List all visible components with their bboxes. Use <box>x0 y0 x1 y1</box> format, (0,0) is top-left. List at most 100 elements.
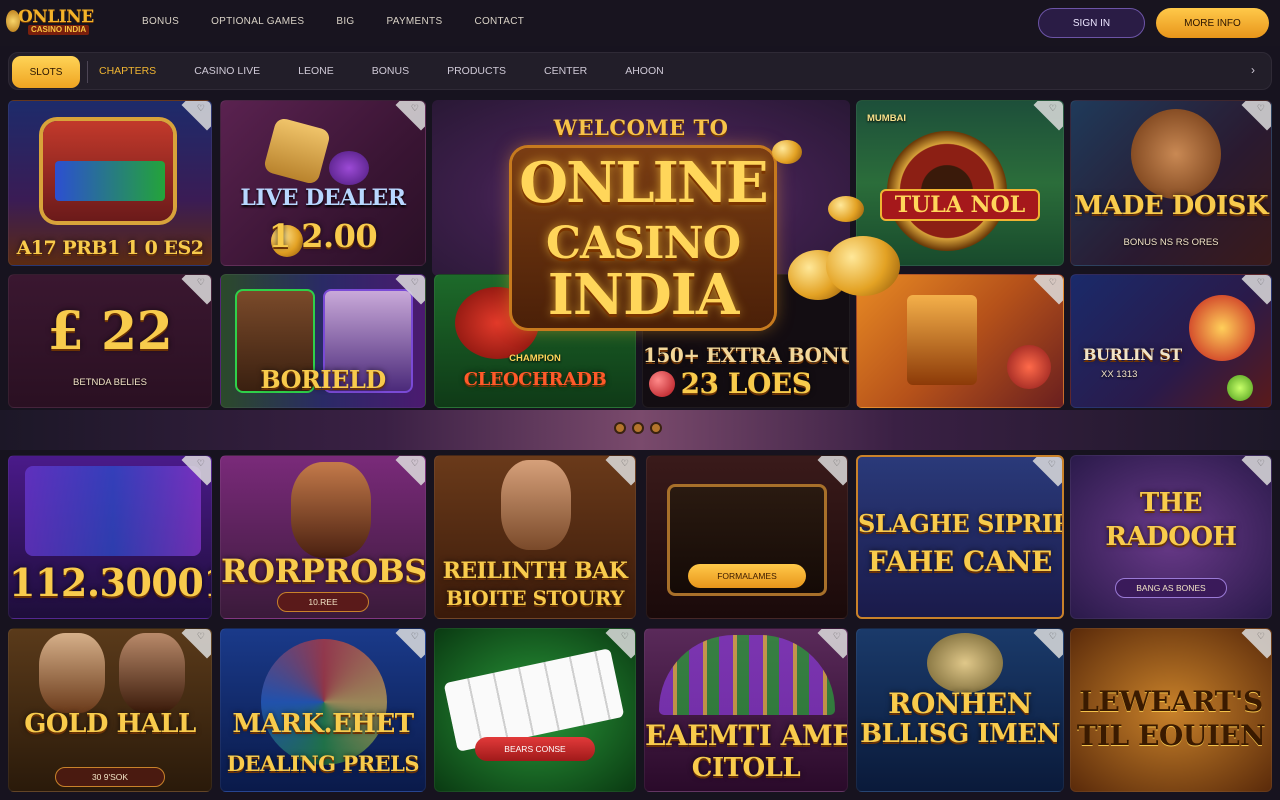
tile-subtitle: BETNDA BELIES <box>73 377 147 388</box>
top-header: ONLINE CASINO INDIA BONUS OPTIONAL GAMES… <box>0 0 1280 46</box>
game-tile[interactable]: ♡ BEARS CONSE <box>434 628 636 792</box>
tile-title: THE RADOOH <box>1105 488 1237 552</box>
hero-line-online: ONLINE <box>519 150 768 216</box>
game-tile[interactable]: ♡ A17 PRB1 1 0 ES2 <box>8 100 212 266</box>
category-tab-ahoon[interactable]: AHOON <box>625 65 664 77</box>
game-tile[interactable]: ♡ LEWEART'S TIL EOUIEN <box>1070 628 1272 792</box>
category-tab-casino-live[interactable]: CASINO LIVE <box>194 65 260 77</box>
coin-icon <box>826 236 900 296</box>
logo-text: ONLINE <box>18 7 94 27</box>
favorite-icon[interactable]: ♡ <box>1257 631 1265 642</box>
category-tab-leone[interactable]: LEONE <box>298 65 334 77</box>
tile-title: GOLD HALL <box>24 709 196 739</box>
carousel-dots <box>614 422 662 434</box>
chevron-right-icon[interactable]: › <box>1251 63 1255 77</box>
tile-subtitle: DEALING PRELS <box>226 751 420 776</box>
hero-line-india: INDIA <box>547 262 740 328</box>
favorite-icon[interactable]: ♡ <box>411 103 419 114</box>
tile-play-button[interactable]: FORMALAMES <box>688 564 806 588</box>
favorite-icon[interactable]: ♡ <box>1049 631 1057 642</box>
favorite-icon[interactable]: ♡ <box>621 458 629 469</box>
nav-item-payments[interactable]: PAYMENTS <box>387 16 443 27</box>
tile-title: A17 PRB1 1 0 ES2 <box>16 237 204 259</box>
game-tile[interactable]: ♡ MUMBAI TULA NOL <box>856 100 1064 266</box>
tile-subtitle: CHAMPION <box>509 353 561 364</box>
favorite-icon[interactable]: ♡ <box>1048 459 1056 470</box>
game-tile[interactable]: ♡ MARK.EHET DEALING PRELS <box>220 628 426 792</box>
top-nav: BONUS OPTIONAL GAMES BIG PAYMENTS CONTAC… <box>142 16 556 27</box>
category-tab-bonus[interactable]: BONUS <box>372 65 409 77</box>
category-tab-slots[interactable]: SLOTS <box>12 56 80 88</box>
tile-play-button[interactable]: 10.REE <box>277 592 369 612</box>
more-info-button[interactable]: MORE INFO <box>1156 8 1269 38</box>
tile-title: BORIELD <box>260 365 386 394</box>
tile-subtitle: BONUS NS RS ORES <box>1123 237 1219 248</box>
game-tile[interactable]: ♡ SLAGHE SIPRIRE FAHE CANE <box>856 455 1064 619</box>
tile-title: RORPROBS <box>221 552 426 590</box>
favorite-icon[interactable]: ♡ <box>1257 103 1265 114</box>
nav-item-optional-games[interactable]: OPTIONAL GAMES <box>211 16 304 27</box>
game-tile[interactable]: ♡ RORPROBS 10.REE <box>220 455 426 619</box>
category-tab-products[interactable]: PRODUCTS <box>447 65 506 77</box>
nav-item-big[interactable]: BIG <box>336 16 354 27</box>
slot-reels-art <box>25 466 201 556</box>
favorite-icon[interactable]: ♡ <box>1049 277 1057 288</box>
tile-title: MARK.EHET <box>232 709 414 739</box>
game-tile[interactable]: ♡ BORIELD <box>220 274 426 408</box>
tile-play-button[interactable]: BANG AS BONES <box>1115 578 1227 598</box>
tile-subtitle: TIL EOUIEN <box>1076 719 1266 752</box>
game-tile[interactable]: ♡ <box>856 274 1064 408</box>
site-logo[interactable]: ONLINE CASINO INDIA <box>6 6 98 38</box>
tile-title: BURLIN ST <box>1083 345 1182 364</box>
tile-title-banner: TULA NOL <box>880 189 1040 221</box>
favorite-icon[interactable]: ♡ <box>197 458 205 469</box>
tile-subtitle: XX 1313 <box>1101 369 1138 380</box>
nav-item-contact[interactable]: CONTACT <box>474 16 524 27</box>
game-tile[interactable]: ♡ RONHEN BLLISG IMEN <box>856 628 1064 792</box>
tile-subtitle: BLLISG IMEN <box>860 719 1060 749</box>
dice-art <box>262 116 332 186</box>
game-tile[interactable]: ♡ LIVE DEALER 1 2.00 <box>220 100 426 266</box>
game-tile[interactable]: ♡ FORMALAMES <box>646 455 848 619</box>
game-tile[interactable]: ♡ MADE DOISK BONUS NS RS ORES <box>1070 100 1272 266</box>
category-tab-center[interactable]: CENTER <box>544 65 587 77</box>
category-tab-chapters[interactable]: CHAPTERS <box>99 65 156 77</box>
game-tile[interactable]: ♡ £ 22 BETNDA BELIES <box>8 274 212 408</box>
favorite-icon[interactable]: ♡ <box>411 631 419 642</box>
favorite-icon[interactable]: ♡ <box>833 458 841 469</box>
favorite-icon[interactable]: ♡ <box>411 277 419 288</box>
tile-title: LEWEART'S <box>1079 685 1263 718</box>
favorite-icon[interactable]: ♡ <box>197 103 205 114</box>
favorite-icon[interactable]: ♡ <box>197 631 205 642</box>
favorite-icon[interactable]: ♡ <box>197 277 205 288</box>
tile-value: 1 2.00 <box>268 217 378 255</box>
carousel-dot[interactable] <box>632 422 644 434</box>
game-tile[interactable]: ♡ BURLIN ST XX 1313 <box>1070 274 1272 408</box>
game-tile[interactable]: ♡ THE RADOOH BANG AS BONES <box>1070 455 1272 619</box>
game-tile[interactable]: ♡ EAEMTI AME CITOLL <box>644 628 848 792</box>
favorite-icon[interactable]: ♡ <box>833 631 841 642</box>
nav-item-bonus[interactable]: BONUS <box>142 16 179 27</box>
tile-title: MADE DOISK <box>1073 191 1269 221</box>
game-tile[interactable]: ♡ REILINTH BAK BIOITE STOURY <box>434 455 636 619</box>
favorite-icon[interactable]: ♡ <box>411 458 419 469</box>
carousel-dot[interactable] <box>614 422 626 434</box>
game-tile[interactable]: ♡ GOLD HALL 30 9'SOK <box>8 628 212 792</box>
coin-icon <box>6 10 20 32</box>
signin-button[interactable]: SIGN IN <box>1038 8 1145 38</box>
favorite-icon[interactable]: ♡ <box>1257 277 1265 288</box>
slot-reels-art <box>55 161 165 201</box>
dealer-portrait-art <box>39 633 105 713</box>
tile-subtitle: FAHE CANE <box>868 545 1052 578</box>
favorite-icon[interactable]: ♡ <box>1257 458 1265 469</box>
category-bar: SLOTS CHAPTERS CASINO LIVE LEONE BONUS P… <box>8 52 1272 90</box>
tile-play-button[interactable]: 30 9'SOK <box>55 767 165 787</box>
favorite-icon[interactable]: ♡ <box>1049 103 1057 114</box>
hero-banner-text: 150+ EXTRA BONUS <box>643 343 850 367</box>
tile-subtitle: CITOLL <box>691 753 801 783</box>
favorite-icon[interactable]: ♡ <box>621 631 629 642</box>
dealer-portrait-art <box>501 460 571 550</box>
game-tile[interactable]: ♡ 112.30001 <box>8 455 212 619</box>
tile-play-button[interactable]: BEARS CONSE <box>475 737 595 761</box>
carousel-dot[interactable] <box>650 422 662 434</box>
